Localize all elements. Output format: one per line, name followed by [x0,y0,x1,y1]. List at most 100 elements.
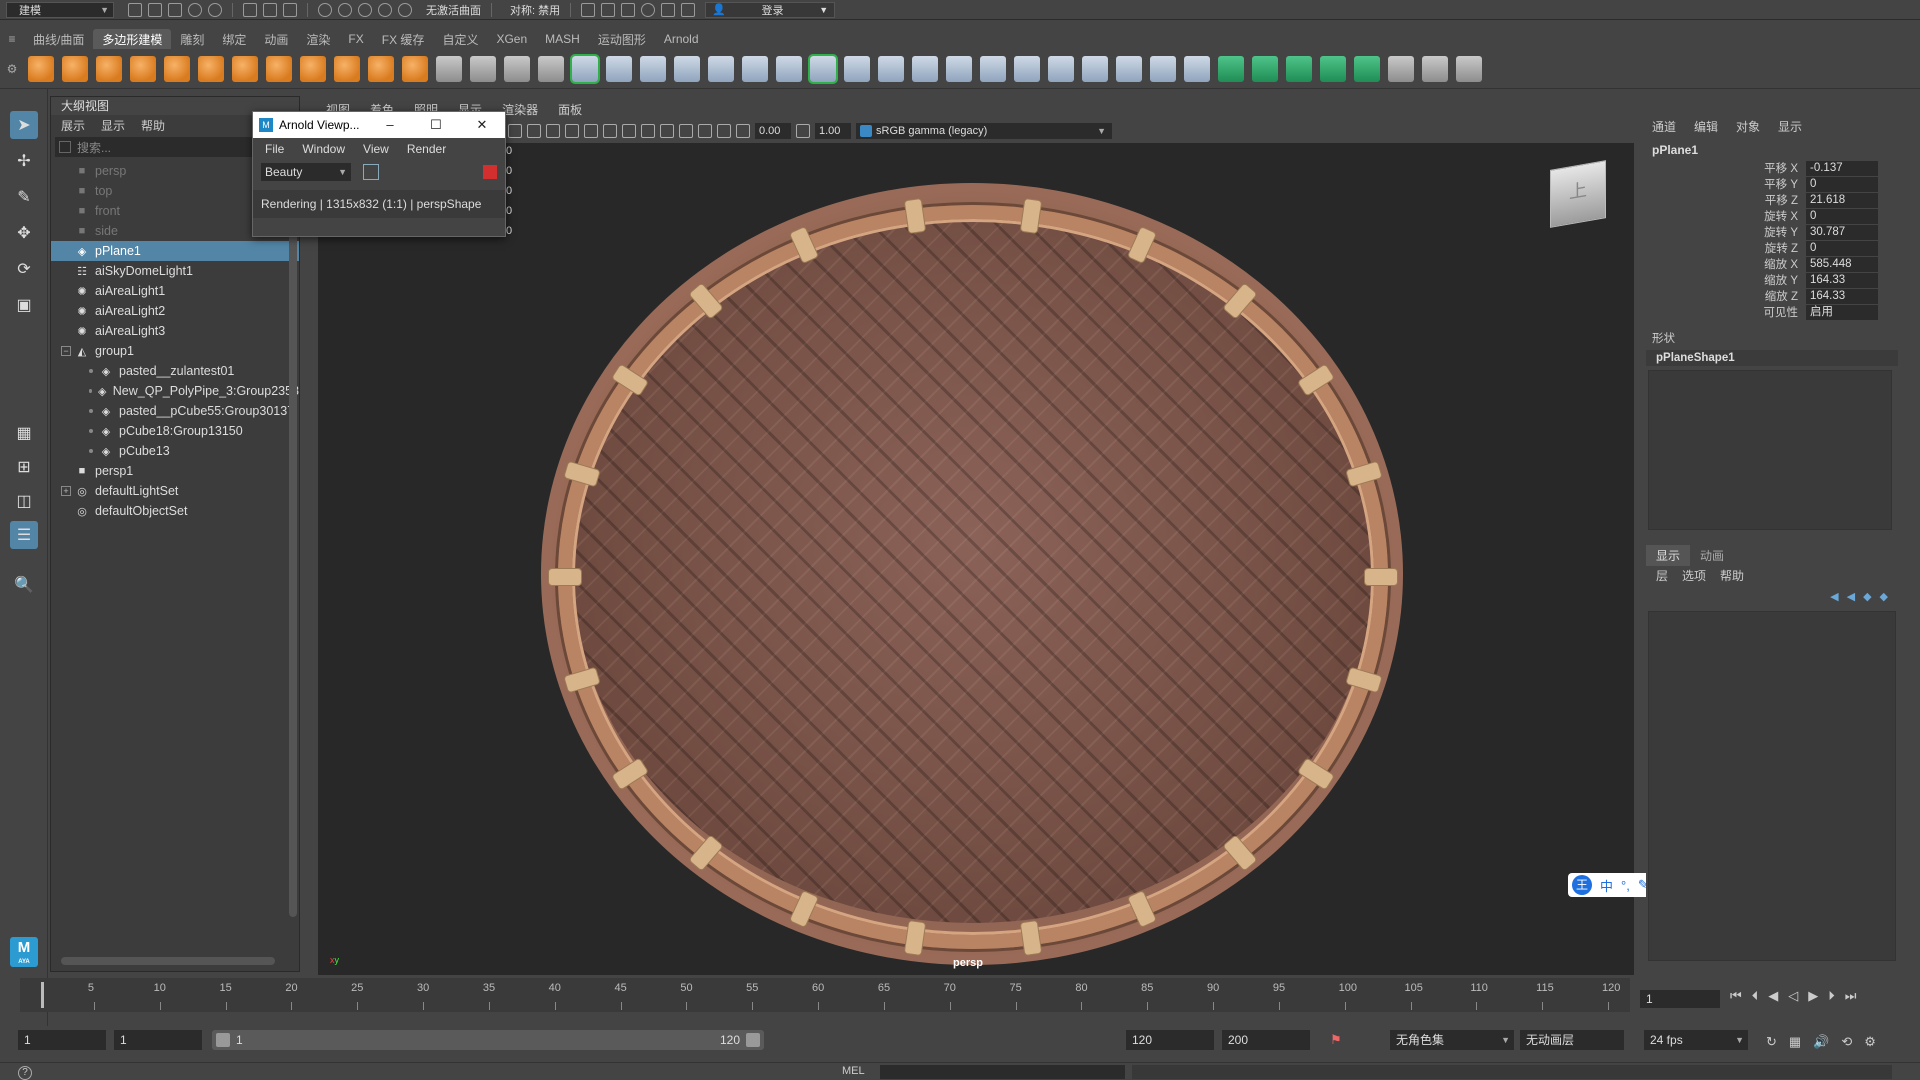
shelf-tab-active[interactable]: 多边形建模 [93,28,172,50]
ime-logo-icon[interactable]: 王 [1572,875,1592,895]
remesh-icon[interactable] [776,55,802,82]
connect-icon[interactable] [1048,55,1074,82]
new-layer-selected-icon[interactable]: ◆ [1880,590,1888,603]
snap-grid-icon[interactable] [318,2,332,17]
extrude-icon[interactable] [844,55,870,82]
undo-icon[interactable] [188,2,202,17]
uv-spherical-icon[interactable] [1286,55,1312,82]
go-to-end-icon[interactable]: ⏭ [1845,988,1857,1004]
outliner-item[interactable]: − ◭ group1 [51,341,299,361]
vertical-scrollbar[interactable] [289,157,297,917]
shape-node[interactable]: pPlaneShape1 [1646,350,1898,366]
login-button[interactable]: 👤 登录 ▼ [705,1,836,18]
insert-edge-loop-icon[interactable] [1116,55,1142,82]
aov-dropdown[interactable]: Beauty ▼ [261,163,351,181]
poly-cube-icon[interactable] [62,55,88,82]
prefs-icon[interactable]: ⚙ [1864,1034,1876,1050]
channel-attribute-row[interactable]: 旋转 X0 [1646,208,1898,224]
uv-editor-icon[interactable] [1388,55,1414,82]
exposure-field[interactable]: 0.00 [755,123,791,139]
channel-attribute-row[interactable]: 平移 Y0 [1646,176,1898,192]
channel-attribute-label[interactable]: 旋转 X [1646,208,1806,224]
range-start-handle[interactable] [216,1033,230,1047]
play-forward-icon[interactable]: ▶ [1808,988,1818,1004]
maximize-icon[interactable]: ☐ [413,117,459,133]
uv-planar-icon[interactable] [1218,55,1244,82]
smooth-icon[interactable] [674,55,700,82]
channel-attribute-label[interactable]: 旋转 Y [1646,224,1806,240]
channel-attribute-row[interactable]: 旋转 Y 30.787 [1646,224,1898,240]
anti-alias-icon[interactable] [641,124,655,138]
channel-attribute-value[interactable]: 0 [1806,240,1878,256]
shelf-tab[interactable]: 渲染 [297,29,339,50]
expand-toggle-icon[interactable]: − [61,346,71,356]
shelf-tab[interactable]: MASH [536,30,589,48]
range-end-handle[interactable] [746,1033,760,1047]
auto-key-icon[interactable]: ⚑ [1330,1032,1342,1048]
anim-layer-dropdown[interactable]: 无动画层 [1520,1030,1624,1050]
move-tool-icon[interactable]: ✥ [10,219,38,247]
command-input[interactable] [880,1065,1125,1079]
end-time-field[interactable]: 200 [1222,1030,1310,1050]
bridge-icon[interactable] [878,55,904,82]
channel-attribute-value[interactable]: 164.33 [1806,272,1878,288]
channel-attribute-label[interactable]: 平移 X [1646,160,1806,176]
go-to-start-icon[interactable]: ⏮ [1730,988,1742,1004]
current-time-marker[interactable] [41,982,45,1008]
channel-attribute-value[interactable]: 启用 [1806,304,1878,320]
channel-attribute-row[interactable]: 旋转 Z0 [1646,240,1898,256]
channel-menu-item[interactable]: 显示 [1778,118,1802,135]
shadows-icon[interactable] [584,124,598,138]
channel-attribute-label[interactable]: 可见性 [1646,304,1806,320]
bevel-icon[interactable] [912,55,938,82]
step-forward-icon[interactable]: ⏵ [1828,988,1835,1004]
fill-hole-icon[interactable] [946,55,972,82]
channel-menu-item[interactable]: 编辑 [1694,118,1718,135]
outliner-item[interactable]: ◈ pasted__zulantest01 [51,361,299,381]
combine-icon[interactable] [570,53,600,84]
filter-icon[interactable] [59,141,71,153]
color-space-dropdown[interactable]: sRGB gamma (legacy) ▼ [856,123,1112,139]
outliner-item[interactable]: ◈ pasted__pCube55:Group30137 [51,401,299,421]
snap-surface-icon[interactable] [398,2,412,17]
poly-cylinder-icon[interactable] [96,55,122,82]
channel-attribute-value[interactable]: -0.137 [1806,160,1878,176]
channel-attribute-label[interactable]: 缩放 X [1646,256,1806,272]
channel-attribute-row[interactable]: 可见性 启用 [1646,304,1898,320]
window-titlebar[interactable]: M Arnold Viewp... – ☐ ✕ [253,112,505,138]
outliner-layout-icon[interactable]: ☰ [10,521,38,549]
range-slider[interactable]: 1 120 [212,1030,764,1050]
smooth-shade-icon[interactable] [527,124,541,138]
snap-curve-icon[interactable] [338,2,352,17]
shelf-tab[interactable]: 运动图形 [589,29,655,50]
reduce-icon[interactable] [742,55,768,82]
step-back-icon[interactable]: ◀ [1768,988,1778,1004]
outliner-item[interactable]: ■ persp1 [51,461,299,481]
poly-plane-icon[interactable] [198,55,224,82]
poly-torus-icon[interactable] [164,55,190,82]
poly-cone-icon[interactable] [130,55,156,82]
arnold-menu-item[interactable]: Render [407,142,446,156]
outliner-item[interactable]: ◈ New_QP_PolyPipe_3:Group2358 [51,381,299,401]
select-component-icon[interactable] [283,2,297,17]
move-layer-up-icon[interactable]: ◀ [1830,590,1838,603]
outliner-item[interactable]: ◈ pPlane1 [51,241,299,261]
uv-unfold-icon[interactable] [1422,55,1448,82]
arnold-menu-item[interactable]: Window [302,142,345,156]
sweep-mesh-icon[interactable] [334,55,360,82]
textured-icon[interactable] [546,124,560,138]
tab-display[interactable]: 显示 [1646,544,1691,566]
select-tool-icon[interactable]: ➤ [10,111,38,139]
rotate-tool-icon[interactable]: ⟳ [10,255,38,283]
ime-punctuation-icon[interactable]: °, [1621,878,1630,893]
outliner-item[interactable]: ✺ aiAreaLight1 [51,281,299,301]
mirror-icon[interactable] [640,55,666,82]
sound-icon[interactable]: 🔊 [1813,1034,1829,1050]
side-tabs[interactable] [1900,96,1920,976]
save-scene-icon[interactable] [168,2,182,17]
viewport-menu-item[interactable]: 渲染器 [502,101,538,118]
outliner-item[interactable]: ☷ aiSkyDomeLight1 [51,261,299,281]
uv-cut-icon[interactable] [1456,55,1482,82]
script-language-label[interactable]: MEL [842,1065,865,1077]
channel-attribute-value[interactable]: 30.787 [1806,224,1878,240]
